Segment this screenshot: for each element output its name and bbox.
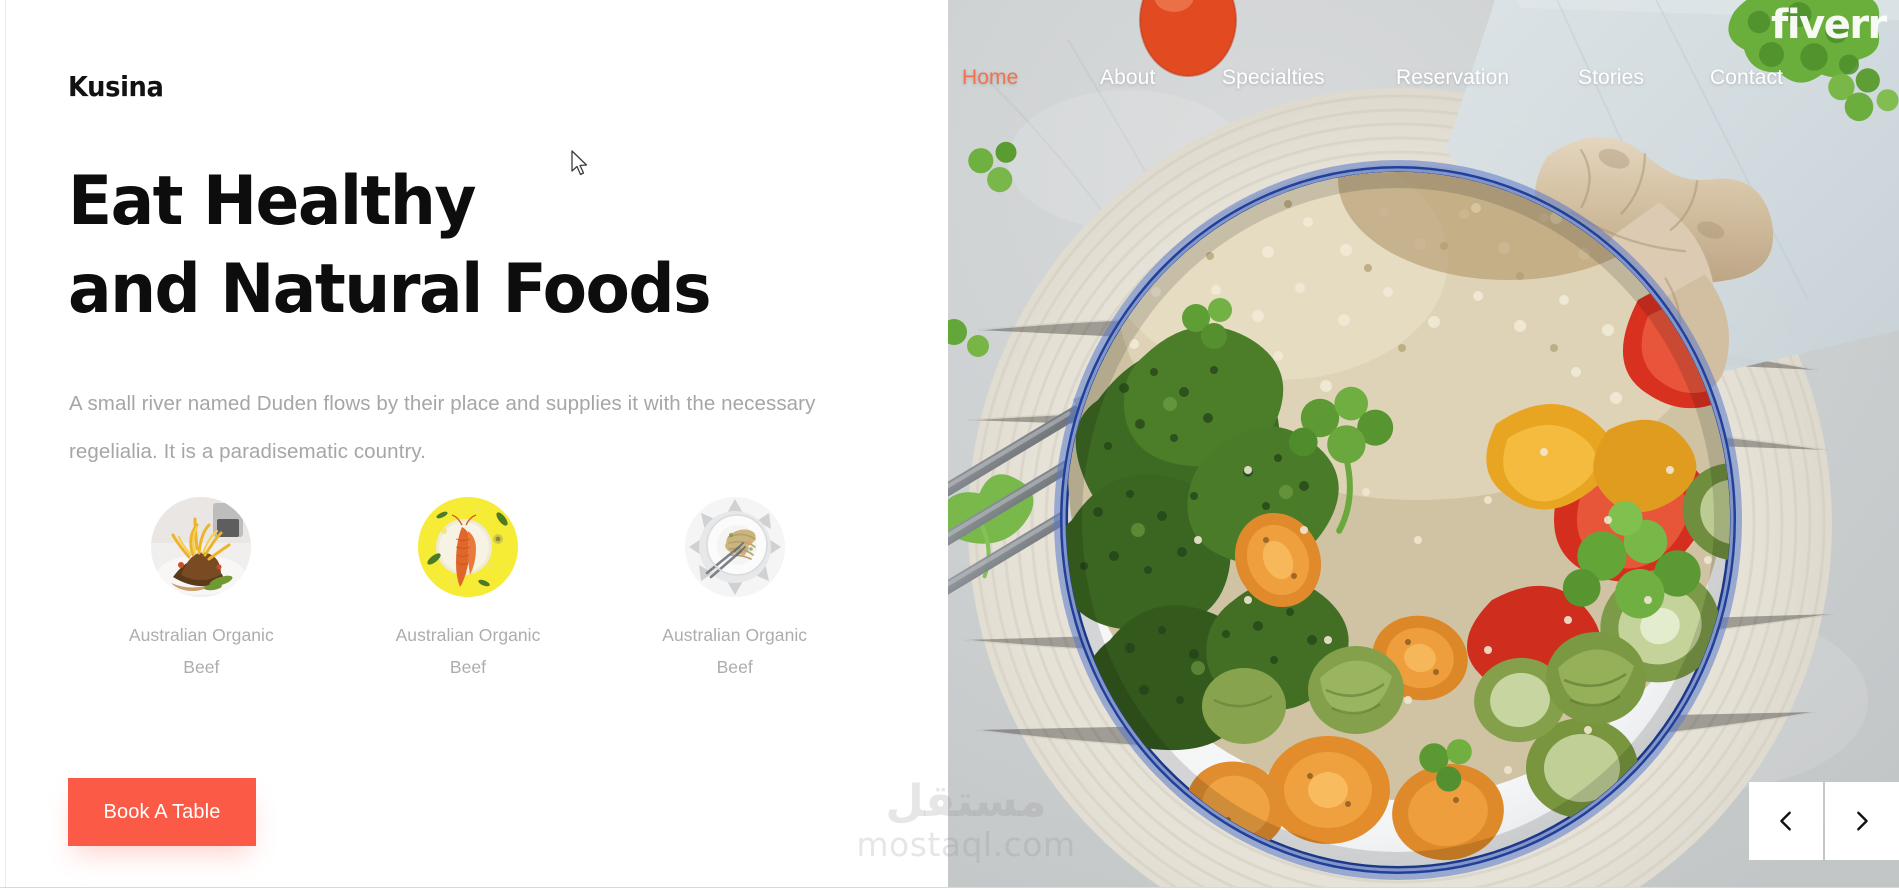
hero-content-panel: Kusina Eat Healthy and Natural Foods A s… — [0, 0, 948, 890]
specialty-label-2: Australian Organic Beef — [395, 625, 541, 677]
specialty-item-2[interactable]: Australian Organic Beef — [335, 497, 602, 683]
chevron-right-icon — [1851, 808, 1873, 834]
pasta-white-plate-thumbnail-icon — [684, 497, 785, 597]
specialty-item-1[interactable]: Australian Organic Beef — [68, 497, 335, 683]
slider-next-button[interactable] — [1825, 782, 1899, 860]
slider-prev-button[interactable] — [1749, 782, 1823, 860]
main-navigation: Home About Specialties Reservation Stori… — [960, 0, 1899, 155]
slider-navigation — [1749, 782, 1899, 860]
window-left-border — [5, 0, 6, 890]
specialty-item-3[interactable]: Australian Organic Beef — [601, 497, 868, 683]
nav-item-reservation[interactable]: Reservation — [1396, 66, 1509, 90]
nav-item-home[interactable]: Home — [962, 66, 1018, 90]
specialty-thumbnails: Australian Organic Beef Australian Organ… — [68, 497, 868, 683]
nav-item-about[interactable]: About — [1100, 66, 1155, 90]
specialty-label-3: Australian Organic Beef — [662, 625, 808, 677]
browser-page: fiverr Home About Specialties Reservatio… — [0, 0, 1899, 890]
nav-item-stories[interactable]: Stories — [1578, 66, 1644, 90]
chevron-left-icon — [1775, 808, 1797, 834]
page-title: Eat Healthy and Natural Foods — [68, 158, 847, 334]
page-title-line-1: Eat Healthy — [68, 162, 476, 241]
specialty-label-1: Australian Organic Beef — [128, 625, 274, 677]
nav-item-specialties[interactable]: Specialties — [1222, 66, 1325, 90]
site-logo[interactable]: Kusina — [68, 70, 164, 103]
hero-subtitle: A small river named Duden flows by their… — [69, 392, 816, 463]
page-title-line-2: and Natural Foods — [68, 250, 712, 329]
book-a-table-button[interactable]: Book A Table — [68, 778, 256, 846]
nav-item-contact[interactable]: Contact — [1710, 66, 1783, 90]
beef-plate-thumbnail-icon — [151, 497, 252, 597]
shrimp-yellow-plate-thumbnail-icon — [418, 497, 518, 597]
fiverr-watermark: fiverr — [1771, 2, 1887, 48]
